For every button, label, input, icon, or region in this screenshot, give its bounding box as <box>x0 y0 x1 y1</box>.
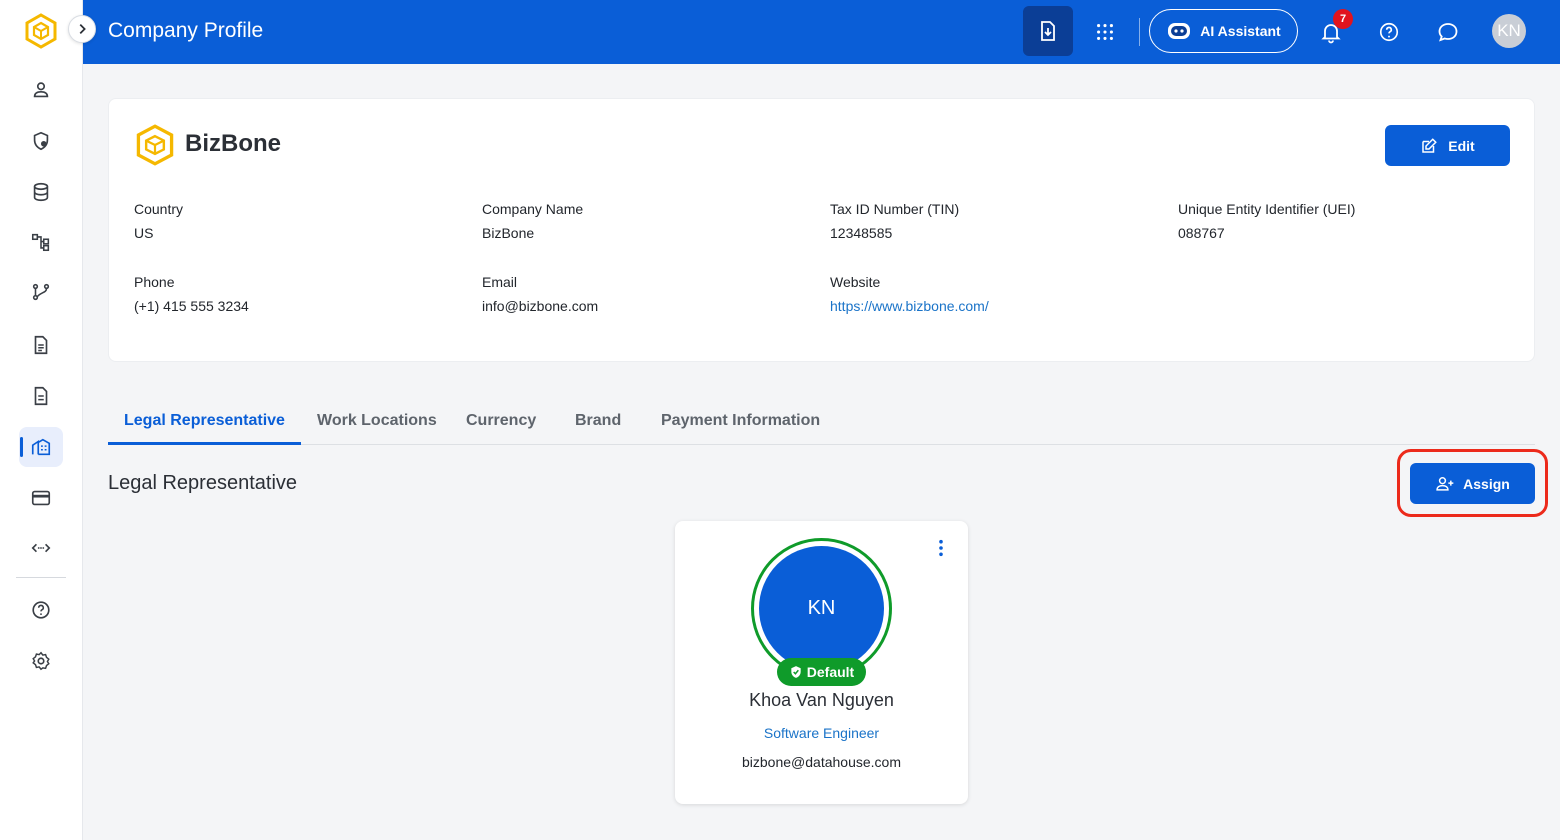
sidebar-item-billing[interactable] <box>19 478 63 518</box>
tab-currency[interactable]: Currency <box>466 412 536 430</box>
edit-button-label: Edit <box>1448 137 1475 154</box>
chat-icon <box>1438 23 1458 42</box>
sidebar-item-security[interactable] <box>19 121 63 161</box>
field-label: Company Name <box>482 201 584 217</box>
document-icon <box>34 335 48 355</box>
settings-icon <box>32 651 50 671</box>
api-icon <box>31 543 51 553</box>
notification-badge: 7 <box>1333 9 1353 29</box>
more-options-button[interactable] <box>930 537 952 559</box>
sidebar-item-files[interactable] <box>19 376 63 416</box>
field-label: Country <box>134 201 184 217</box>
field-value: info@bizbone.com <box>482 298 599 314</box>
top-bar: Company Profile AI Assistant 7 KN <box>83 0 1560 64</box>
tab-work-locations[interactable]: Work Locations <box>317 412 437 430</box>
company-info-card: BizBone Edit Country US Company Name Biz… <box>108 98 1535 362</box>
field-email: Email info@bizbone.com <box>482 274 598 314</box>
representative-name: Khoa Van Nguyen <box>749 690 894 710</box>
representative-role: Software Engineer <box>763 725 880 741</box>
field-tin: Tax ID Number (TIN) 12348585 <box>830 201 959 241</box>
org-chart-icon <box>31 233 50 252</box>
default-badge-label: Default <box>806 664 855 680</box>
tab-bar: Legal Representative Work Locations Curr… <box>108 400 1535 445</box>
grid-icon <box>1097 24 1113 40</box>
help-button[interactable] <box>1371 14 1407 50</box>
field-phone: Phone (+1) 415 555 3234 <box>134 274 249 314</box>
field-value: 088767 <box>1178 225 1225 241</box>
field-label: Tax ID Number (TIN) <box>830 201 960 217</box>
add-user-icon <box>1436 476 1454 491</box>
field-value: 12348585 <box>830 225 893 241</box>
field-company-name: Company Name BizBone <box>482 201 583 241</box>
app-logo-icon[interactable] <box>23 13 59 49</box>
field-uei: Unique Entity Identifier (UEI) 088767 <box>1178 201 1355 241</box>
verified-shield-icon <box>791 666 801 678</box>
user-avatar[interactable]: KN <box>1492 14 1526 48</box>
card-icon <box>31 490 51 506</box>
assign-button[interactable]: Assign <box>1410 463 1535 504</box>
sidebar-item-users[interactable] <box>19 70 63 110</box>
representative-email: bizbone@datahouse.com <box>742 754 901 770</box>
sidebar-item-documents[interactable] <box>19 325 63 365</box>
sidebar-item-help[interactable] <box>19 590 63 630</box>
tab-legal-representative[interactable]: Legal Representative <box>124 412 285 430</box>
sidebar <box>0 0 83 840</box>
apps-menu-button[interactable] <box>1087 14 1123 50</box>
download-button[interactable] <box>1023 6 1073 56</box>
sidebar-item-company[interactable] <box>19 427 63 467</box>
field-country: Country US <box>134 201 183 241</box>
shield-icon <box>33 131 49 151</box>
company-logo-icon <box>135 124 175 166</box>
sidebar-divider <box>16 577 66 578</box>
ai-assistant-label: AI Assistant <box>1200 23 1281 39</box>
section-title: Legal Representative <box>108 472 298 494</box>
robot-icon <box>1168 23 1191 39</box>
field-website: Website https://www.bizbone.com/ <box>830 274 989 314</box>
help-icon <box>32 601 50 619</box>
file-download-icon <box>1041 21 1055 41</box>
representative-card: KN Default Khoa Van Nguyen Software Engi… <box>675 521 968 804</box>
sidebar-item-settings[interactable] <box>19 641 63 681</box>
field-value: US <box>134 225 154 241</box>
sidebar-item-workflow[interactable] <box>19 272 63 312</box>
assign-button-label: Assign <box>1463 475 1510 492</box>
kebab-menu-icon <box>939 539 943 557</box>
edit-button[interactable]: Edit <box>1385 125 1510 166</box>
edit-icon <box>1422 137 1438 153</box>
tab-payment-information[interactable]: Payment Information <box>661 412 820 430</box>
database-icon <box>33 182 49 202</box>
chevron-right-icon <box>79 24 86 34</box>
field-label: Phone <box>134 274 175 290</box>
representative-avatar: KN <box>759 546 884 671</box>
tab-brand[interactable]: Brand <box>575 412 621 430</box>
help-icon <box>1379 22 1399 42</box>
sidebar-item-database[interactable] <box>19 172 63 212</box>
field-label: Email <box>482 274 518 290</box>
field-value: BizBone <box>482 225 535 241</box>
sidebar-item-api[interactable] <box>19 528 63 568</box>
sidebar-toggle-button[interactable] <box>68 15 96 43</box>
chat-button[interactable] <box>1430 14 1466 50</box>
company-icon <box>31 438 51 456</box>
website-link[interactable]: https://www.bizbone.com/ <box>830 298 989 314</box>
field-label: Unique Entity Identifier (UEI) <box>1178 201 1356 217</box>
active-tab-indicator <box>108 442 301 445</box>
field-label: Website <box>830 274 881 290</box>
file-icon <box>34 386 48 406</box>
topbar-divider <box>1139 18 1140 46</box>
company-name-heading: BizBone <box>185 130 281 157</box>
field-value: (+1) 415 555 3234 <box>134 298 249 314</box>
user-icon <box>33 82 49 98</box>
sidebar-item-org[interactable] <box>19 222 63 262</box>
page-title: Company Profile <box>108 19 264 42</box>
ai-assistant-button[interactable]: AI Assistant <box>1149 9 1298 53</box>
workflow-icon <box>32 283 50 301</box>
default-badge: Default <box>777 658 866 686</box>
